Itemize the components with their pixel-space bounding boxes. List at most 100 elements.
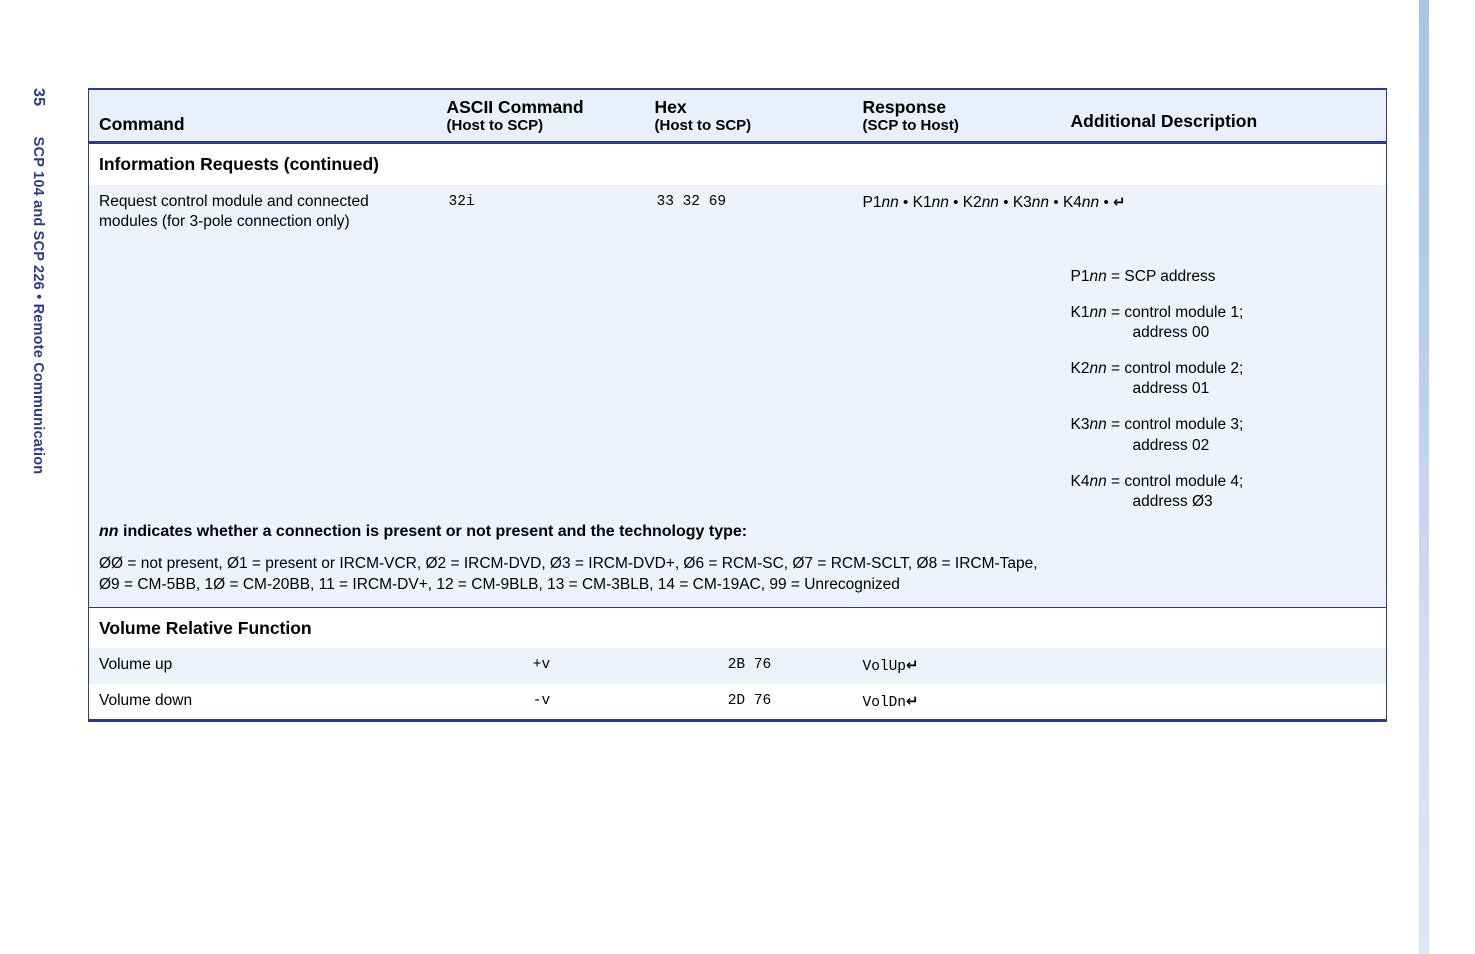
desc-var: nn [1089, 267, 1107, 285]
desc-equals: = [1111, 267, 1121, 285]
description-list: P1nn = SCP address K1nn = control module… [1071, 185, 1377, 512]
command-reference-table: Command ASCII Command (Host to SCP) Hex … [88, 88, 1387, 723]
response-k2: K2 [962, 193, 982, 211]
footnote-lead: nn indicates whether a connection is pre… [99, 523, 747, 540]
column-header-hex-sub: (Host to SCP) [654, 116, 752, 134]
response-text: VolDn [862, 694, 907, 711]
column-header-ascii-command: ASCII Command (Host to SCP) [436, 88, 645, 145]
cell-command: Volume up [88, 647, 437, 684]
column-header-command: Command [88, 88, 437, 145]
carriage-return-icon: ↵ [1113, 192, 1126, 211]
response-k4: K4 [1062, 193, 1082, 211]
bullet-icon: • [1053, 193, 1059, 211]
list-item: K3nn = control module 3; address 02 [1071, 415, 1377, 455]
desc-equals: = [1111, 360, 1121, 378]
running-head-text: SCP 104 and SCP 226 • Remote Communicati… [30, 136, 46, 475]
response-k2-nn: nn [981, 193, 999, 211]
running-head: 35 SCP 104 and SCP 226 • Remote Communic… [30, 88, 47, 475]
desc-code: K2 [1070, 360, 1090, 378]
column-header-response: Response (SCP to Host) [852, 88, 1061, 145]
cell-hex: 2B 76 [644, 647, 853, 684]
response-p1-nn: nn [881, 193, 899, 211]
column-header-response-sub: (SCP to Host) [862, 116, 959, 134]
cell-additional-description [1060, 647, 1387, 684]
desc-text: control module 3; [1124, 416, 1244, 434]
desc-var: nn [1089, 416, 1107, 434]
footnote-codes-line-1: ØØ = not present, Ø1 = present or IRCM-V… [99, 554, 1038, 572]
carriage-return-icon: ↵ [906, 691, 919, 710]
carriage-return-icon: ↵ [906, 655, 919, 674]
cell-hex: 2D 76 [644, 683, 853, 723]
table-header-row: Command ASCII Command (Host to SCP) Hex … [88, 88, 1387, 145]
list-item: K2nn = control module 2; address 01 [1071, 359, 1377, 399]
footnote-nn-description: nn indicates whether a connection is pre… [88, 512, 1387, 547]
column-header-hex: Hex (Host to SCP) [644, 88, 853, 145]
desc-continuation: address 01 [1132, 380, 1210, 398]
bullet-icon: • [1003, 193, 1009, 211]
desc-var: nn [1089, 303, 1107, 321]
column-header-additional-label: Additional Description [1070, 110, 1258, 131]
section-header-row: Volume Relative Function [88, 606, 1387, 648]
response-k3-nn: nn [1031, 193, 1050, 211]
table-row: Volume up +v 2B 76 VolUp↵ [88, 647, 1387, 684]
response-k3: K3 [1012, 193, 1032, 211]
response-k1-nn: nn [931, 193, 949, 211]
column-header-ascii-sub: (Host to SCP) [446, 116, 544, 134]
desc-text: control module 1; [1124, 303, 1244, 321]
column-header-response-main: Response [862, 97, 947, 117]
footnote-lead-text: indicates whether a connection is presen… [118, 523, 748, 541]
response-p1: P1 [862, 193, 882, 211]
desc-code: K3 [1070, 416, 1090, 434]
desc-equals: = [1111, 472, 1121, 490]
bullet-icon: • [953, 193, 959, 211]
cell-response: VolDn↵ [852, 683, 1061, 723]
desc-continuation: address Ø3 [1132, 492, 1213, 510]
page-edge-bar [1419, 0, 1429, 954]
response-text: VolUp [862, 658, 907, 675]
desc-code: K1 [1070, 303, 1090, 321]
desc-text: control module 2; [1124, 360, 1244, 378]
desc-text: SCP address [1124, 267, 1216, 285]
column-header-command-label: Command [99, 113, 185, 134]
cell-additional-description [1060, 683, 1387, 723]
desc-var: nn [1089, 472, 1107, 490]
cell-ascii-command: -v [436, 683, 645, 723]
desc-equals: = [1111, 416, 1121, 434]
column-header-hex-main: Hex [654, 97, 687, 117]
cell-command: Volume down [88, 683, 437, 723]
page-sidebar: 35 SCP 104 and SCP 226 • Remote Communic… [0, 0, 86, 954]
bullet-icon: • [1103, 193, 1109, 211]
list-item: K4nn = control module 4; address Ø3 [1071, 472, 1377, 512]
table-row: Request control module and connected mod… [88, 184, 1387, 513]
response-k1: K1 [912, 193, 932, 211]
desc-continuation: address 02 [1132, 436, 1210, 454]
table-row: Volume down -v 2D 76 VolDn↵ [88, 683, 1387, 723]
footnote-codes-line-2: Ø9 = CM-5BB, 1Ø = CM-20BB, 11 = IRCM-DV+… [99, 576, 900, 594]
cell-response: P1nn • K1nn • K2nn • K3nn • K4nn • ↵ [852, 184, 1126, 513]
footnote-code-list: ØØ = not present, Ø1 = present or IRCM-V… [88, 546, 1387, 608]
list-item: K1nn = control module 1; address 00 [1071, 303, 1377, 343]
cell-additional-description: P1nn = SCP address K1nn = control module… [1060, 184, 1387, 513]
column-header-ascii-main: ASCII Command [446, 97, 584, 117]
footnote-row: nn indicates whether a connection is pre… [88, 512, 1387, 547]
cell-response: VolUp↵ [852, 647, 1061, 684]
desc-equals: = [1111, 303, 1121, 321]
footnote-codes-row: ØØ = not present, Ø1 = present or IRCM-V… [88, 546, 1387, 608]
desc-var: nn [1089, 360, 1107, 378]
cell-hex: 33 32 69 [644, 184, 853, 513]
column-header-additional-description: Additional Description [1060, 88, 1387, 145]
response-k4-nn: nn [1081, 193, 1100, 211]
section-title-volume-relative-function: Volume Relative Function [88, 606, 1387, 648]
desc-code: P1 [1070, 267, 1090, 285]
page-number: 35 [30, 88, 47, 107]
list-item: P1nn = SCP address [1071, 267, 1377, 287]
footnote-var: nn [99, 523, 119, 541]
cell-ascii-command: 32i [436, 184, 645, 513]
section-title-information-requests: Information Requests (continued) [88, 142, 1387, 185]
bullet-icon: • [903, 193, 909, 211]
desc-continuation: address 00 [1132, 324, 1210, 342]
desc-text: control module 4; [1124, 472, 1244, 490]
cell-ascii-command: +v [436, 647, 645, 684]
section-header-row: Information Requests (continued) [88, 142, 1387, 185]
cell-command: Request control module and connected mod… [88, 184, 437, 513]
